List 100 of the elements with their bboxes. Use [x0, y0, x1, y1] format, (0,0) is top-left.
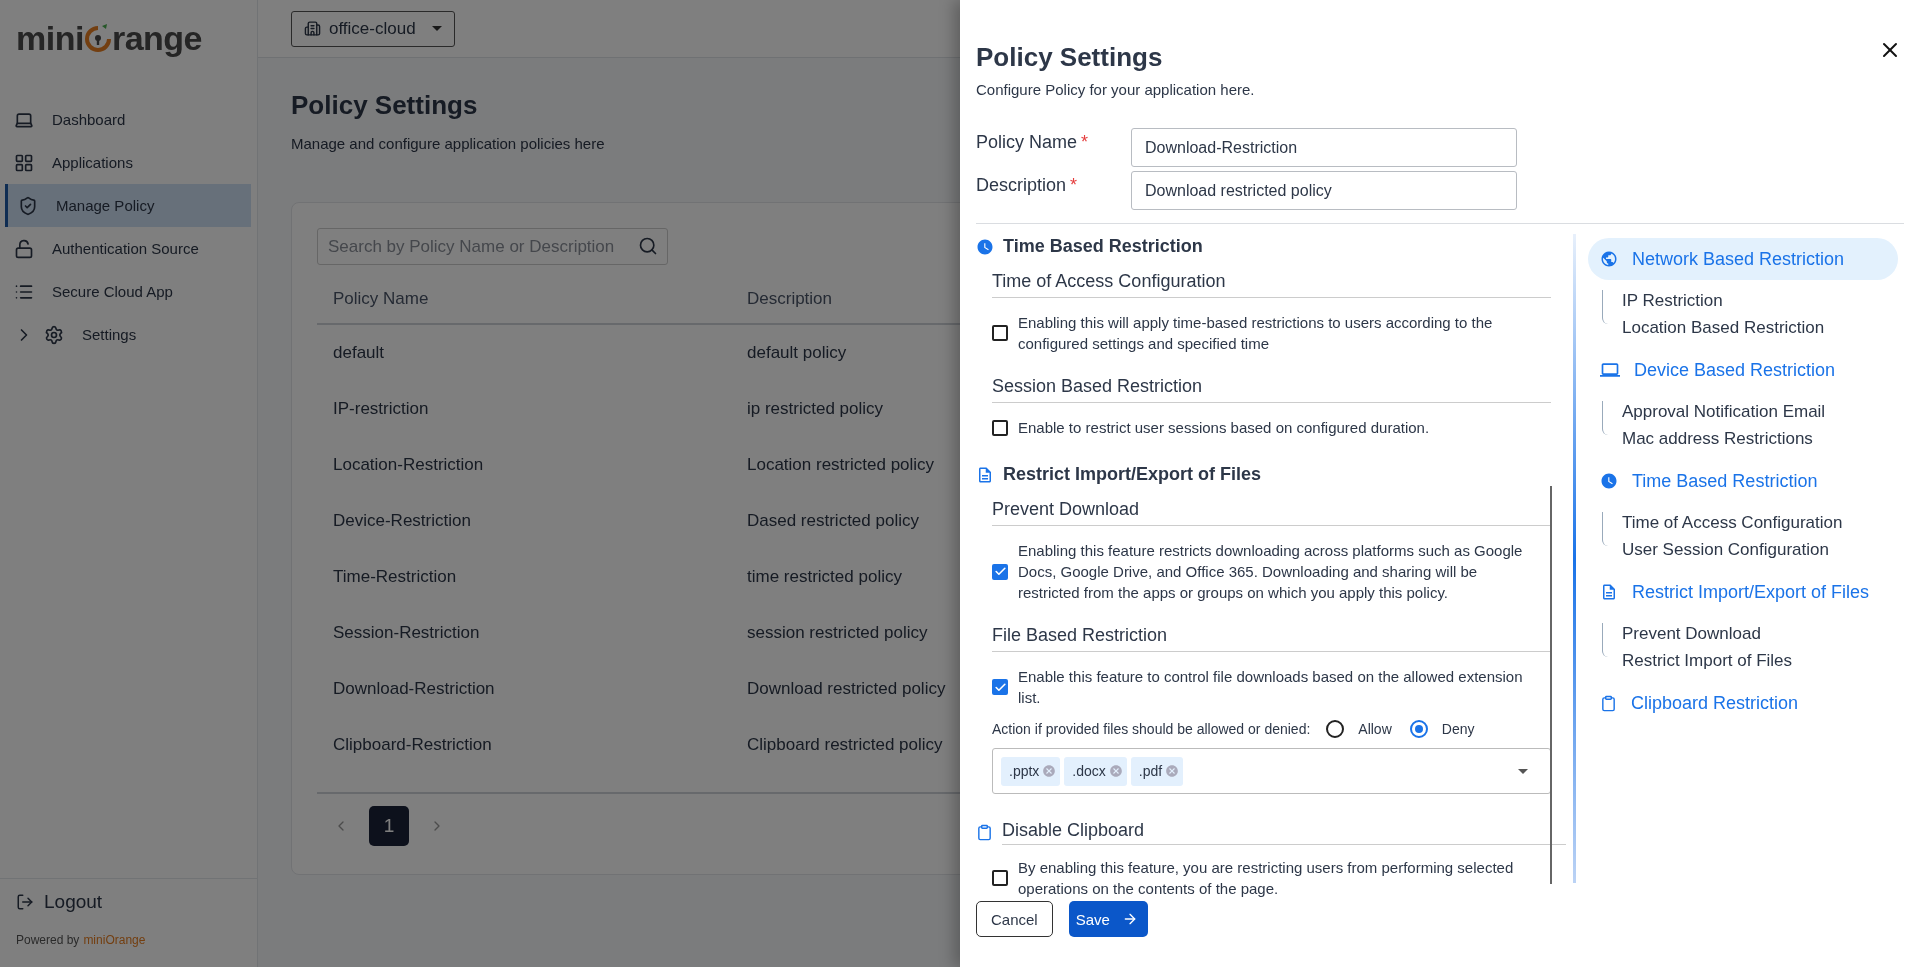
nav-item[interactable]: Settings [5, 313, 251, 356]
table-cell: IP-restriction [333, 399, 429, 419]
table-cell: Download restricted policy [747, 679, 946, 699]
option-description: Enabling this will apply time-based restrictions to users according to the configured settings and specified time [1018, 313, 1494, 354]
page-button[interactable]: 1 [369, 806, 409, 846]
lock-icon [14, 238, 34, 259]
save-button[interactable]: Save [1068, 901, 1148, 937]
organization-selector[interactable]: office-cloud [291, 10, 455, 47]
logout-link[interactable]: Logout [44, 891, 103, 913]
radio-label: Deny [1441, 721, 1475, 737]
table-cell: Time-Restriction [333, 567, 457, 587]
logo-mark-icon [84, 24, 111, 52]
clipboard-icon [976, 824, 993, 841]
option-description: Enable this feature to control file downloads based on the allowed extension list. [1018, 667, 1523, 708]
logo-text: mini [16, 18, 84, 58]
cancel-button[interactable]: Cancel [976, 901, 1053, 937]
search-field[interactable]: Search by Policy Name or Description [317, 228, 668, 265]
table-cell: Session-Restriction [333, 623, 480, 643]
checkbox[interactable] [992, 679, 1008, 695]
field-label: Description [976, 175, 1067, 196]
nav-item[interactable]: Manage Policy [5, 184, 251, 227]
shield-icon [18, 195, 38, 216]
table-cell: Download-Restriction [333, 679, 495, 699]
extension-tag: .pdf [1130, 756, 1184, 786]
table-cell: default policy [747, 343, 847, 363]
table-cell: Device-Restriction [333, 511, 471, 531]
subsection-nav-link[interactable]: User Session Configuration [1622, 539, 1904, 561]
option-description: Enable to restrict user sessions based on configured duration. [1018, 418, 1430, 438]
checkbox[interactable] [992, 325, 1008, 341]
subsection-title: File Based Restriction [992, 625, 1551, 652]
table-cell: session restricted policy [747, 623, 928, 643]
checkbox[interactable] [992, 563, 1008, 580]
table-cell: Clipboard-Restriction [333, 735, 492, 755]
logout-icon[interactable] [16, 893, 34, 911]
search-icon[interactable] [638, 236, 658, 256]
section-nav-link[interactable]: Network Based Restriction [1588, 238, 1898, 280]
nav-item[interactable]: Applications [5, 141, 251, 184]
checkbox[interactable] [992, 419, 1008, 436]
field-label: Policy Name [976, 132, 1078, 153]
subsection-nav-link[interactable]: Restrict Import of Files [1622, 650, 1904, 672]
caret-icon [431, 26, 442, 31]
column-header: Description [747, 289, 833, 309]
table-cell: Location restricted policy [747, 455, 935, 475]
caret-icon[interactable] [1518, 768, 1528, 774]
subsection-title: Session Based Restriction [992, 376, 1551, 403]
clipboard-icon [1600, 694, 1617, 712]
logo-text: range [111, 18, 202, 58]
section-title: Restrict Import/Export of Files [1003, 464, 1262, 485]
building-icon [304, 20, 321, 37]
checkbox[interactable] [992, 870, 1008, 886]
subsection-nav-link[interactable]: Prevent Download [1622, 623, 1904, 645]
radio-group-label: Action if provided files should be allowed or denied: [992, 721, 1311, 737]
section-title: Disable Clipboard [1002, 820, 1566, 845]
nav-item[interactable]: Authentication Source [5, 227, 251, 270]
section-nav-link[interactable]: Time Based Restriction [1588, 460, 1898, 502]
table-cell: Dased restricted policy [747, 511, 919, 531]
document-icon [976, 465, 994, 484]
subsection-nav-link[interactable]: Mac address Restrictions [1622, 428, 1904, 450]
gear-icon [44, 324, 64, 345]
table-cell: Location-Restriction [333, 455, 484, 475]
drawer-title: Policy Settings [976, 42, 1163, 73]
subsection-title: Time of Access Configuration [992, 271, 1551, 298]
table-cell: time restricted policy [747, 567, 902, 587]
powered-by-text: Powered by [16, 933, 80, 947]
nav-item[interactable]: Dashboard [5, 98, 251, 141]
subsection-title: Prevent Download [992, 499, 1551, 526]
radio-button[interactable] [1326, 720, 1345, 738]
document-icon [1600, 583, 1618, 601]
nav-item[interactable]: Secure Cloud App [5, 270, 251, 313]
text-field[interactable]: Download-Restriction [1131, 128, 1517, 167]
subsection-nav-link[interactable]: IP Restriction [1622, 290, 1904, 312]
radio-button[interactable] [1409, 720, 1428, 738]
required-mark: * [1070, 175, 1078, 196]
section-nav-link[interactable]: Restrict Import/Export of Files [1588, 571, 1898, 613]
subsection-nav-link[interactable]: Approval Notification Email [1622, 401, 1904, 423]
column-header: Policy Name [333, 289, 429, 309]
text-field[interactable]: Download restricted policy [1131, 171, 1517, 210]
section-nav-link[interactable]: Clipboard Restriction [1588, 682, 1898, 724]
subsection-nav-link[interactable]: Location Based Restriction [1622, 317, 1904, 339]
extension-select[interactable]: .pptx .docx .pdf [992, 748, 1551, 794]
table-cell: default [333, 343, 385, 363]
option-description: Enabling this feature restricts downloading across platforms such as Google Docs, Google Drive, and Office 365. Downloading and sharing will be restricted from the apps or groups on which you apply this policy. [1018, 541, 1523, 603]
page-subtitle: Manage and configure application policies here [291, 135, 605, 152]
table-cell: ip restricted policy [747, 399, 884, 419]
section-title: Time Based Restriction [1003, 236, 1203, 257]
clock-icon [976, 237, 994, 256]
radio-label: Allow [1358, 721, 1392, 737]
grid-icon [14, 152, 34, 173]
page-title: Policy Settings [291, 90, 478, 121]
clock-icon [1600, 472, 1618, 490]
section-nav-link[interactable]: Device Based Restriction [1588, 349, 1898, 391]
subsection-nav-link[interactable]: Time of Access Configuration [1622, 512, 1904, 534]
extension-tag: .pptx [1001, 756, 1061, 786]
required-mark: * [1081, 132, 1089, 153]
option-description: By enabling this feature, you are restricting users from performing selected operations on the contents of the page. [1018, 858, 1515, 899]
scrollbar-thumb[interactable] [1550, 486, 1552, 884]
laptop-icon [1600, 360, 1620, 380]
table-cell: Clipboard restricted policy [747, 735, 943, 755]
globe-icon [1600, 250, 1618, 268]
extension-tag: .docx [1064, 756, 1127, 786]
